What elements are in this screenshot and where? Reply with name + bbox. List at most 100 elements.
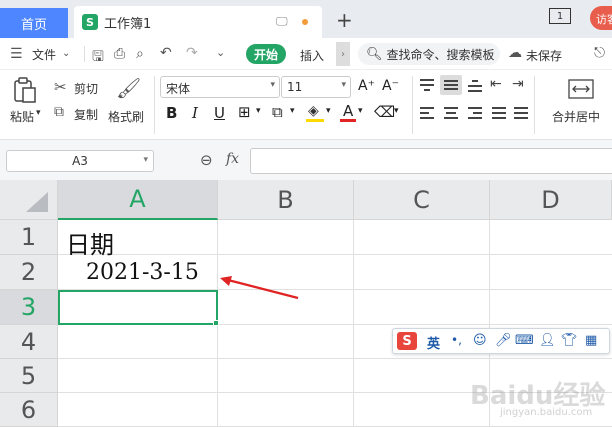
bold-button[interactable]: B <box>166 104 177 122</box>
eraser-icon[interactable]: ⌫ <box>374 103 395 121</box>
column-header-a[interactable]: A <box>58 180 218 220</box>
row-header-1[interactable]: 1 <box>0 220 58 255</box>
spreadsheet-grid: A B C D 1 2 3 4 5 6 日期 2021-3-15 S 英 •, … <box>0 180 612 427</box>
file-menu[interactable]: 文件 <box>32 46 56 63</box>
user-icon[interactable]: 👤︎ <box>539 333 556 348</box>
indent-increase-icon[interactable]: ⇥ <box>512 76 524 92</box>
merge-center-button[interactable]: 合并居中 <box>552 108 600 125</box>
fill-color-icon[interactable]: ◈ <box>306 103 326 123</box>
merge-center-icon[interactable] <box>568 78 594 100</box>
column-header-c[interactable]: C <box>354 180 490 220</box>
font-name-select[interactable]: 宋体 ▾ <box>160 76 280 98</box>
export-icon[interactable]: ⎙ <box>114 46 125 62</box>
skin-icon[interactable]: 👕︎ <box>561 333 578 348</box>
increase-font-icon[interactable]: A⁺ <box>358 78 375 94</box>
paste-label[interactable]: 粘贴 <box>10 108 34 125</box>
command-search[interactable]: 🔍︎ 查找命令、搜索模板 <box>358 43 500 65</box>
align-bottom-icon[interactable] <box>466 78 484 92</box>
formula-bar: A3 ▾ ⊖ fx <box>0 140 612 180</box>
underline-button[interactable]: U <box>214 104 225 122</box>
print-preview-icon[interactable]: ⌕ <box>136 46 144 62</box>
search-placeholder: 查找命令、搜索模板 <box>386 47 495 62</box>
border-icon[interactable]: ⊞ <box>238 103 251 121</box>
alignment-group: ⇤ ⇥ <box>418 75 530 132</box>
page-indicator-icon[interactable]: 1 <box>549 8 571 24</box>
align-right-icon[interactable] <box>466 106 484 120</box>
cell-a2[interactable]: 2021-3-15 <box>86 260 199 285</box>
microphone-icon[interactable]: 🎤︎ <box>495 333 512 348</box>
copy-icon[interactable]: ⧉ <box>54 104 64 120</box>
chevron-down-icon: ▾ <box>143 155 148 165</box>
screen-icon[interactable]: 🖵 <box>276 14 288 29</box>
formula-input[interactable] <box>250 148 612 174</box>
more-dropdown-icon[interactable]: ⌄ <box>216 46 225 59</box>
document-title: 工作簿1 <box>104 16 152 32</box>
column-header-d[interactable]: D <box>490 180 612 220</box>
fx-icon[interactable]: fx <box>226 151 239 167</box>
annotation-arrow <box>220 276 299 300</box>
name-box[interactable]: A3 ▾ <box>6 150 154 172</box>
tab-insert[interactable]: 插入 <box>300 47 324 64</box>
chevron-down-icon[interactable]: ▾ <box>394 106 399 116</box>
paste-button[interactable] <box>10 76 38 104</box>
align-center-icon[interactable] <box>442 106 460 120</box>
align-left-icon[interactable] <box>418 106 436 120</box>
shape-icon[interactable]: ⧉ <box>272 103 283 121</box>
spreadsheet-icon: S <box>82 14 98 30</box>
tab-home[interactable]: 首页 <box>0 8 68 38</box>
select-all-icon <box>26 192 48 212</box>
cut-button[interactable]: 剪切 <box>74 80 98 97</box>
row-header-6[interactable]: 6 <box>0 393 58 427</box>
chevron-down-icon[interactable]: ▾ <box>326 106 331 116</box>
row-header-2[interactable]: 2 <box>0 255 58 290</box>
tab-start[interactable]: 开始 <box>246 44 286 64</box>
toolbox-icon[interactable]: ▦ <box>585 333 597 348</box>
redo-icon[interactable]: ↷ <box>186 45 198 61</box>
undo-icon[interactable]: ↶ <box>160 45 172 61</box>
ime-language-toggle[interactable]: 英 <box>427 333 440 352</box>
row-header-5[interactable]: 5 <box>0 359 58 393</box>
chevron-right-icon[interactable]: › <box>336 42 350 66</box>
distributed-align-icon[interactable] <box>512 106 530 120</box>
italic-button[interactable]: I <box>192 104 198 122</box>
font-name-value: 宋体 <box>166 82 191 96</box>
chevron-down-icon: ▾ <box>270 80 275 90</box>
cell-a1[interactable]: 日期 <box>66 225 114 260</box>
align-top-icon[interactable] <box>418 78 436 92</box>
selected-cell-a3[interactable] <box>58 290 218 325</box>
chevron-down-icon[interactable]: ▾ <box>290 106 295 116</box>
fill-handle[interactable] <box>213 320 219 326</box>
font-color-icon[interactable]: A <box>340 102 358 124</box>
name-box-value: A3 <box>72 154 88 168</box>
keyboard-icon[interactable]: ⌨ <box>515 333 534 348</box>
indent-decrease-icon[interactable]: ⇤ <box>490 76 502 92</box>
justify-icon[interactable] <box>490 106 508 120</box>
ime-punctuation-toggle[interactable]: •, <box>451 333 462 347</box>
font-size-value: 11 <box>287 80 303 94</box>
zoom-icon[interactable]: ⊖ <box>200 151 213 169</box>
chevron-down-icon[interactable]: ▾ <box>36 108 41 118</box>
copy-button[interactable]: 复制 <box>74 106 98 123</box>
column-header-b[interactable]: B <box>218 180 354 220</box>
sogou-logo-icon[interactable]: S <box>397 332 417 350</box>
visitor-button[interactable]: 访客 <box>590 6 612 30</box>
new-tab-button[interactable]: + <box>336 8 353 32</box>
chevron-down-icon[interactable]: ▾ <box>256 106 261 116</box>
format-painter-button[interactable]: 格式刷 <box>108 108 144 125</box>
format-painter-icon[interactable]: 🖌︎ <box>116 76 141 100</box>
chevron-down-icon[interactable]: ▾ <box>358 106 363 116</box>
row-header-3[interactable]: 3 <box>0 290 58 325</box>
chevron-down-icon: ▾ <box>341 80 346 90</box>
hamburger-icon[interactable]: ☰ <box>10 46 23 62</box>
share-icon[interactable]: ⎋ <box>594 45 605 61</box>
save-status[interactable]: 未保存 <box>526 47 562 64</box>
decrease-font-icon[interactable]: A⁻ <box>382 78 399 94</box>
emoji-icon[interactable]: ☺ <box>473 333 487 348</box>
save-icon[interactable]: 🖫 <box>92 46 104 70</box>
chevron-down-icon[interactable]: ⌄ <box>62 48 70 59</box>
scissors-icon[interactable]: ✂ <box>54 78 67 96</box>
row-header-4[interactable]: 4 <box>0 325 58 359</box>
font-size-select[interactable]: 11 ▾ <box>281 76 351 98</box>
align-middle-icon[interactable] <box>440 75 462 95</box>
menu-row: ☰ 文件 ⌄ 🖫 ⎙ ⌕ ↶ ↷ ⌄ 开始 插入 › 🔍︎ 查找命令、搜索模板 … <box>0 38 612 70</box>
